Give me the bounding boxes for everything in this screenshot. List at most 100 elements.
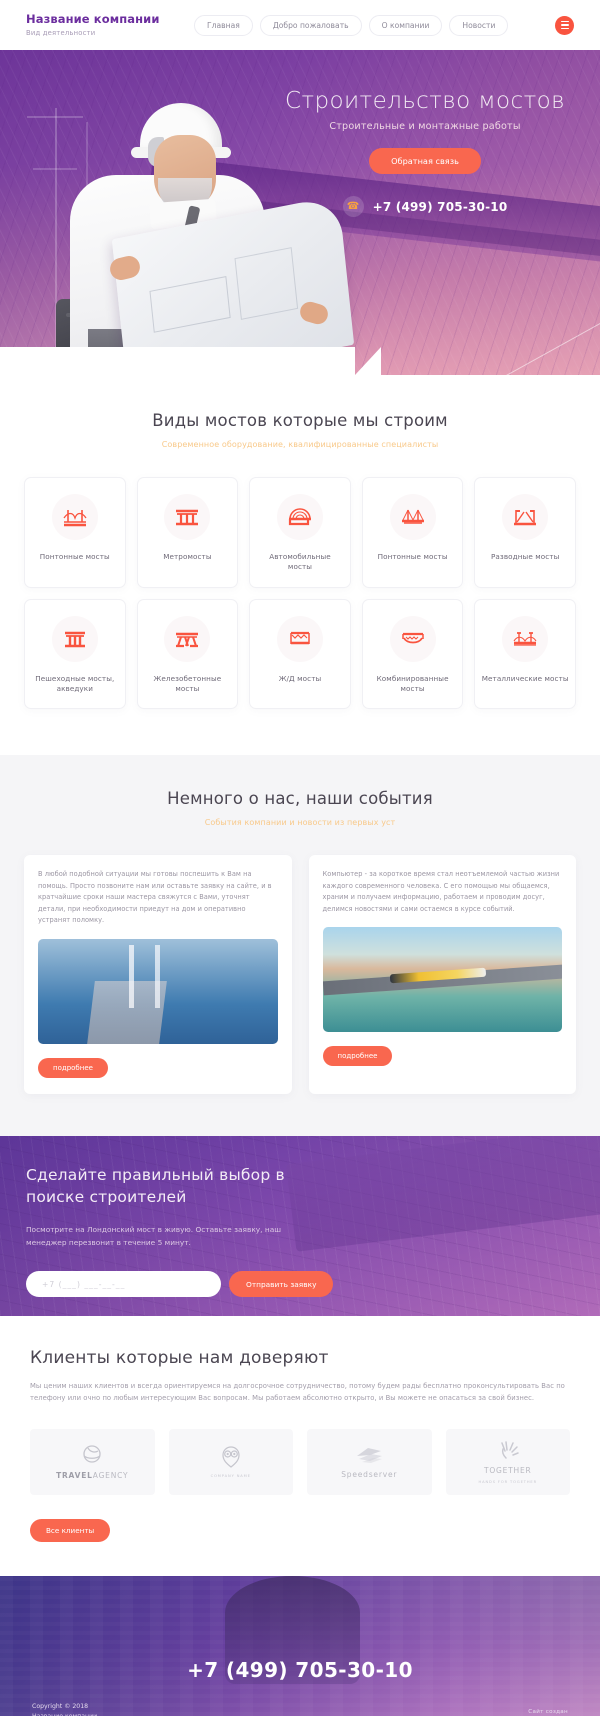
clients-section: Клиенты которые нам доверяют Мы ценим на… [0, 1315, 600, 1576]
client-logo-name: COMPANY NAME [210, 1474, 251, 1479]
cta-section: Сделайте правильный выбор в поиске строи… [0, 1135, 600, 1316]
hero-title: Строительство мостов [285, 88, 565, 114]
bridge-types-subtitle: Современное оборудование, квалифицирован… [161, 439, 439, 449]
news-subtitle: События компании и новости из первых уст [204, 818, 396, 827]
client-logo-card[interactable]: COMPANY NAME [168, 1428, 293, 1495]
bridge-types-section: Виды мостов которые мы строим Современно… [0, 375, 600, 750]
bridge-type-label: Металлические мосты [481, 673, 569, 683]
client-logo-name-rest: AGENCY [92, 1470, 129, 1480]
phone-input[interactable] [26, 1271, 221, 1298]
cta-content: Сделайте правильный выбор в поиске строи… [0, 1136, 600, 1298]
client-logo-card[interactable]: TRAVELAGENCY [30, 1428, 155, 1495]
news-title: Немного о нас, наши события [167, 789, 433, 809]
hero-section: Строительство мостов Строительные и монт… [0, 50, 600, 375]
bridge-type-label: Метромосты [163, 551, 212, 561]
hero-phone-number[interactable]: +7 (499) 705-30-10 [373, 200, 508, 214]
suspension-bridge-icon [51, 493, 98, 540]
news-card-text: Компьютер - за короткое время стал неотъ… [322, 870, 560, 913]
client-logos-grid: TRAVELAGENCY COMPANY NAME Speedserver TO… [30, 1428, 570, 1495]
submit-request-button[interactable]: Отправить заявку [229, 1271, 334, 1298]
bridge-type-label: Понтонные мосты [39, 551, 110, 561]
hero-white-base [0, 347, 381, 375]
brand-logo[interactable]: Название компании Вид деятельности [26, 12, 176, 37]
bridge-type-card[interactable]: Разводные мосты [474, 476, 576, 588]
hamburger-icon[interactable] [555, 15, 574, 35]
clients-title: Клиенты которые нам доверяют [30, 1347, 329, 1368]
globe-logo-icon [83, 1445, 101, 1463]
hero-phone-row: ☎ +7 (499) 705-30-10 [270, 196, 580, 218]
cable-bridge-icon [389, 493, 436, 540]
nav-item-welcome[interactable]: Добро пожаловать [259, 14, 362, 36]
feedback-button[interactable]: Обратная связь [369, 148, 481, 175]
bridge-type-label: Железобетонные мосты [153, 673, 222, 693]
bridge-types-title: Виды мостов которые мы строим [152, 411, 448, 430]
site-footer: +7 (499) 705-30-10 Copyright © 2018 Назв… [0, 1575, 600, 1716]
bridge-type-label: Понтонные мосты [377, 551, 448, 561]
nav-item-home[interactable]: Главная [194, 14, 253, 36]
site-header: Название компании Вид деятельности Главн… [0, 0, 600, 50]
bridge-type-label: Пешеходные мосты, акведуки [35, 673, 115, 693]
copyright-line-1: Copyright © 2018 [32, 1702, 89, 1710]
client-logo-tagline: HANDS FOR TOGETHER [478, 1480, 538, 1485]
hero-engineer-photo [28, 75, 355, 375]
drawbridge-icon [502, 493, 549, 540]
news-card-text: В любой подобной ситуации мы готовы посп… [38, 870, 272, 925]
bridge-type-card[interactable]: Металлические мосты [474, 598, 576, 710]
main-navigation: Главная Добро пожаловать О компании Ново… [194, 14, 509, 36]
site-credit-link[interactable]: Сайт создан [528, 1709, 568, 1715]
aqueduct-icon [51, 615, 98, 662]
bridge-type-card[interactable]: Понтонные мосты [24, 476, 126, 588]
copyright: Copyright © 2018 Название компании [32, 1702, 97, 1716]
news-grid: В любой подобной ситуации мы готовы посп… [24, 855, 576, 1094]
client-logo-name: TRAVELAGENCY [56, 1471, 128, 1480]
brand-title: Название компании [26, 12, 160, 27]
hamburger-bar [560, 24, 569, 26]
hamburger-bar [560, 27, 569, 29]
bridge-type-card[interactable]: Автомобильные мосты [249, 476, 351, 588]
truss-bridge-icon [276, 615, 323, 662]
bridge-type-card[interactable]: Комбинированные мосты [361, 598, 464, 710]
phone-icon: ☎ [342, 196, 364, 218]
concrete-bridge-icon [164, 615, 211, 662]
client-logo-card[interactable]: TOGETHER HANDS FOR TOGETHER [445, 1428, 570, 1495]
news-card: В любой подобной ситуации мы готовы посп… [24, 855, 292, 1094]
hero-subtitle: Строительные и монтажные работы [329, 121, 521, 133]
cable-stayed-bridge-photo [38, 938, 278, 1044]
client-logo-name: Speedserver [341, 1469, 398, 1479]
arch-bridge-icon [276, 493, 323, 540]
cta-title: Сделайте правильный выбор в поиске строи… [26, 1165, 285, 1207]
bridge-type-card[interactable]: Метромосты [136, 476, 239, 588]
footer-phone-number[interactable]: +7 (499) 705-30-10 [0, 1576, 600, 1682]
news-more-button[interactable]: подробнее [322, 1046, 393, 1067]
hand-logo-icon [501, 1441, 519, 1460]
bridge-type-label: Ж/Д мосты [278, 673, 322, 683]
copyright-line-2: Название компании [32, 1712, 97, 1715]
hero-content: Строительство мостов Строительные и монт… [270, 88, 580, 218]
owl-logo-icon [222, 1446, 240, 1469]
bridge-type-card[interactable]: Ж/Д мосты [249, 598, 351, 710]
nav-item-news[interactable]: Новости [449, 14, 509, 36]
brand-subtitle: Вид деятельности [26, 28, 96, 37]
client-logo-name-bold: TRAVEL [56, 1470, 93, 1480]
speed-logo-icon [357, 1447, 383, 1463]
pillar-bridge-icon [164, 493, 211, 540]
bridge-type-card[interactable]: Железобетонные мосты [136, 598, 239, 710]
bridge-type-card[interactable]: Понтонные мосты [361, 476, 464, 588]
hamburger-bar [560, 21, 569, 23]
news-section: Немного о нас, наши события События комп… [0, 755, 600, 1136]
clients-description: Мы ценим наших клиентов и всегда ориенти… [30, 1381, 565, 1403]
bridge-types-grid: Понтонные мосты Метромосты Автомобильные… [24, 476, 576, 710]
news-more-button[interactable]: подробнее [38, 1057, 108, 1078]
all-clients-button[interactable]: Все клиенты [30, 1518, 111, 1542]
metal-bridge-icon [502, 615, 549, 662]
bridge-type-label: Разводные мосты [490, 551, 560, 561]
nav-item-about[interactable]: О компании [368, 14, 443, 36]
tram-on-arch-bridge-photo [322, 927, 562, 1033]
footer-bottom-bar: Copyright © 2018 Название компании Сайт … [0, 1702, 600, 1716]
news-card: Компьютер - за короткое время стал неотъ… [308, 855, 576, 1094]
client-logo-card[interactable]: Speedserver [307, 1428, 432, 1495]
cta-form: Отправить заявку [26, 1271, 576, 1298]
bridge-type-label: Автомобильные мосты [269, 551, 331, 572]
combined-bridge-icon [389, 615, 436, 662]
bridge-type-card[interactable]: Пешеходные мосты, акведуки [24, 598, 126, 710]
